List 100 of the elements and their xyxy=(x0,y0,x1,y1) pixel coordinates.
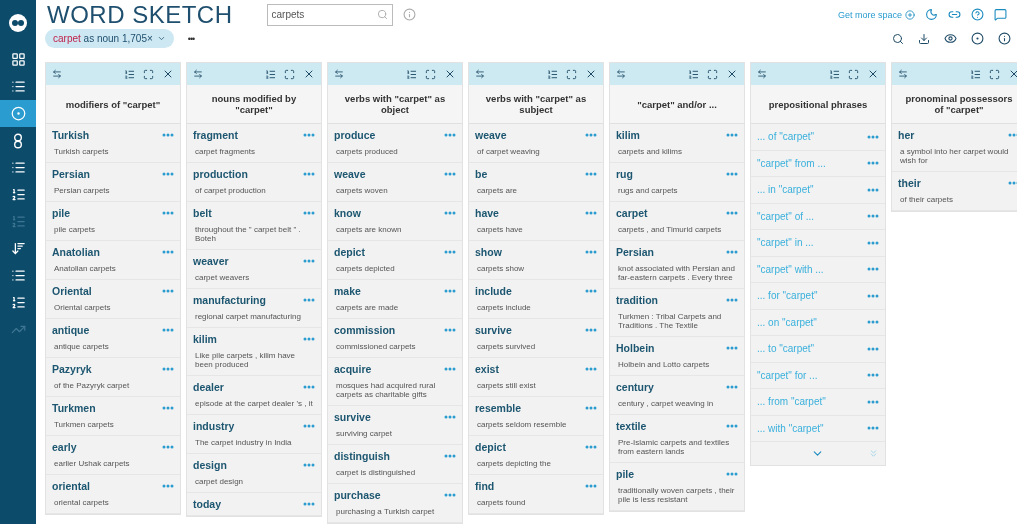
more-icon[interactable] xyxy=(303,463,315,467)
collocate-word[interactable]: their xyxy=(898,177,921,189)
more-icon[interactable] xyxy=(162,172,174,176)
more-icon[interactable] xyxy=(303,337,315,341)
more-icon[interactable] xyxy=(726,172,738,176)
expand-icon[interactable] xyxy=(848,68,859,80)
close-icon[interactable] xyxy=(585,68,597,80)
swap-icon[interactable] xyxy=(616,69,626,79)
more-icon[interactable] xyxy=(867,293,879,298)
more-icon[interactable] xyxy=(585,289,597,293)
collocate-word[interactable]: Anatolian xyxy=(52,246,100,258)
more-icon[interactable] xyxy=(444,211,456,215)
swap-icon[interactable] xyxy=(52,69,62,79)
swap-icon[interactable] xyxy=(475,69,485,79)
more-icon[interactable] xyxy=(162,250,174,254)
eye-icon[interactable] xyxy=(944,32,957,45)
collocate-word[interactable]: depict xyxy=(334,246,365,258)
link-icon[interactable] xyxy=(948,8,961,21)
close-icon[interactable] xyxy=(726,68,738,80)
collocate-word[interactable]: survive xyxy=(334,411,371,423)
more-icon[interactable] xyxy=(444,172,456,176)
collocate-word[interactable]: design xyxy=(193,459,227,471)
help-icon[interactable] xyxy=(971,8,984,21)
more-icon[interactable] xyxy=(726,472,738,476)
more-icon[interactable] xyxy=(162,211,174,215)
expand-icon[interactable] xyxy=(566,68,577,80)
collocate-word[interactable]: Turkmen xyxy=(52,402,96,414)
more-icon[interactable] xyxy=(162,328,174,332)
plus-icon[interactable] xyxy=(905,9,915,20)
more-icon[interactable] xyxy=(726,133,738,137)
more-icon[interactable] xyxy=(444,250,456,254)
logo-icon[interactable] xyxy=(8,13,28,33)
collocate-word[interactable]: fragment xyxy=(193,129,238,141)
collocate-word[interactable]: early xyxy=(52,441,77,453)
close-icon[interactable] xyxy=(444,68,456,80)
collocate-word[interactable]: produce xyxy=(334,129,376,141)
search-field[interactable]: carpets xyxy=(266,3,393,26)
collocate-word[interactable]: Persian xyxy=(52,168,90,180)
more-icon[interactable] xyxy=(303,172,315,176)
collocate-word[interactable]: dealer xyxy=(193,381,224,393)
collocate-word[interactable]: textile xyxy=(616,420,647,432)
collocate-word[interactable]: weave xyxy=(334,168,366,180)
more-icon[interactable] xyxy=(162,133,174,137)
more-icon[interactable] xyxy=(162,367,174,371)
collocate-word[interactable]: weaver xyxy=(193,255,229,267)
collocate-word[interactable]: have xyxy=(475,207,499,219)
more-icon[interactable] xyxy=(162,289,174,293)
collocate-word[interactable]: antique xyxy=(52,324,90,336)
more-icon[interactable] xyxy=(867,214,879,219)
more-icon[interactable] xyxy=(585,133,597,137)
collocate-word[interactable]: acquire xyxy=(334,363,372,375)
collocate-word[interactable]: manufacturing xyxy=(193,294,266,306)
close-icon[interactable] xyxy=(303,68,315,80)
more-icon[interactable] xyxy=(303,133,315,137)
more-icon[interactable] xyxy=(867,267,879,272)
more-icon[interactable] xyxy=(303,211,315,215)
more-icon[interactable] xyxy=(726,211,738,215)
collocate-word[interactable]: kilim xyxy=(616,129,640,141)
swap-icon[interactable] xyxy=(193,69,203,79)
info-icon[interactable] xyxy=(998,32,1011,45)
search-icon[interactable] xyxy=(892,32,904,45)
more-icon[interactable] xyxy=(303,424,315,428)
more-icon[interactable] xyxy=(585,250,597,254)
more-icon[interactable] xyxy=(444,454,456,458)
download-icon[interactable] xyxy=(918,32,930,45)
collocate-word[interactable]: today xyxy=(193,498,221,510)
more-icon[interactable] xyxy=(585,484,597,488)
more-icon[interactable] xyxy=(867,134,879,139)
columns-icon[interactable] xyxy=(406,68,417,80)
collocate-word[interactable]: include xyxy=(475,285,512,297)
collocate-word[interactable]: exist xyxy=(475,363,499,375)
more-icon[interactable] xyxy=(162,484,174,488)
collocate-word[interactable]: commission xyxy=(334,324,396,336)
more-icon[interactable] xyxy=(303,502,315,506)
more-icon[interactable] xyxy=(444,367,456,371)
more-icon[interactable] xyxy=(585,211,597,215)
collocate-word[interactable]: industry xyxy=(193,420,235,432)
more-icon[interactable] xyxy=(585,328,597,332)
swap-icon[interactable] xyxy=(898,69,908,79)
collocate-word[interactable]: show xyxy=(475,246,502,258)
swap-icon[interactable] xyxy=(334,69,344,79)
collocate-word[interactable]: resemble xyxy=(475,402,522,414)
expand-icon[interactable] xyxy=(707,68,718,80)
collocate-word[interactable]: carpet xyxy=(616,207,648,219)
more-icon[interactable] xyxy=(444,415,456,419)
feedback-icon[interactable] xyxy=(994,8,1007,21)
more-menu[interactable]: ••• xyxy=(187,33,195,44)
more-icon[interactable] xyxy=(726,298,738,302)
more-icon[interactable] xyxy=(1008,133,1017,137)
more-icon[interactable] xyxy=(867,399,879,404)
more-icon[interactable] xyxy=(867,320,879,325)
collocate-word[interactable]: pile xyxy=(616,468,635,480)
more-icon[interactable] xyxy=(303,385,315,389)
collocate-word[interactable]: survive xyxy=(475,324,512,336)
more-icon[interactable] xyxy=(867,346,879,351)
collocate-word[interactable]: weave xyxy=(475,129,507,141)
close-icon[interactable] xyxy=(1008,68,1017,80)
columns-icon[interactable] xyxy=(265,68,276,80)
more-icon[interactable] xyxy=(585,406,597,410)
collocate-word[interactable]: purchase xyxy=(334,489,381,501)
